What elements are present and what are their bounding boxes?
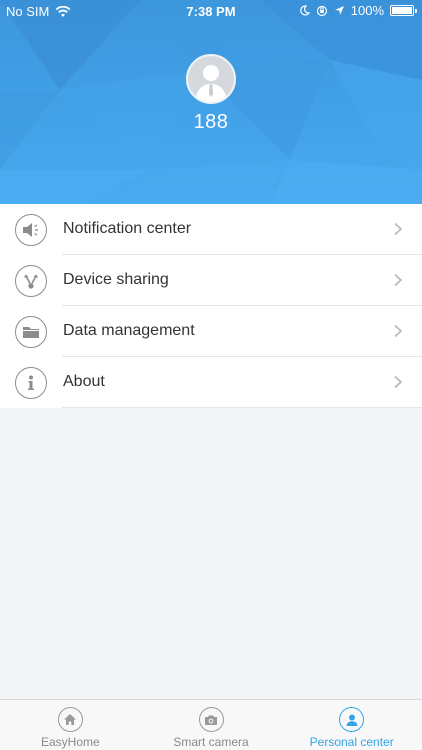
person-icon xyxy=(339,707,365,732)
battery-icon xyxy=(390,5,417,16)
menu-item-device-sharing[interactable]: Device sharing xyxy=(0,255,422,306)
menu-item-label: Device sharing xyxy=(63,271,169,288)
home-icon xyxy=(57,707,83,732)
chevron-right-icon xyxy=(394,273,403,287)
info-icon xyxy=(15,367,47,399)
tab-bar: EasyHome Smart camera Personal center xyxy=(0,699,422,750)
tab-label: Personal center xyxy=(309,735,394,749)
chevron-right-icon xyxy=(394,324,403,338)
user-avatar-icon xyxy=(188,56,234,102)
user-name: 188 xyxy=(193,111,229,133)
tab-label: EasyHome xyxy=(40,735,100,749)
location-arrow-icon xyxy=(334,6,344,15)
menu-item-notification-center[interactable]: Notification center xyxy=(0,204,422,255)
camera-icon xyxy=(198,707,224,732)
menu-item-about[interactable]: About xyxy=(0,357,422,408)
menu-item-label: Data management xyxy=(63,322,195,339)
avatar[interactable] xyxy=(186,54,236,104)
settings-menu: Notification center Device sharing Data … xyxy=(0,204,422,408)
moon-icon xyxy=(300,5,310,16)
tab-personal-center[interactable]: Personal center xyxy=(281,700,422,750)
menu-item-label: Notification center xyxy=(63,220,192,237)
status-bar: No SIM 7:38 PM 100% xyxy=(0,0,422,22)
tab-easyhome[interactable]: EasyHome xyxy=(0,700,141,750)
profile-header: No SIM 7:38 PM 100% 188 xyxy=(0,0,422,204)
share-icon xyxy=(15,265,47,297)
folder-icon xyxy=(15,316,47,348)
menu-item-label: About xyxy=(63,373,105,390)
chevron-right-icon xyxy=(394,375,403,389)
rotation-lock-icon xyxy=(316,5,327,16)
speaker-icon xyxy=(15,214,47,246)
divider xyxy=(62,407,422,408)
tab-smart-camera[interactable]: Smart camera xyxy=(141,700,282,750)
battery-percent: 100% xyxy=(350,3,384,18)
chevron-right-icon xyxy=(394,222,403,236)
menu-item-data-management[interactable]: Data management xyxy=(0,306,422,357)
tab-label: Smart camera xyxy=(173,735,249,749)
status-right: 100% xyxy=(299,3,417,18)
